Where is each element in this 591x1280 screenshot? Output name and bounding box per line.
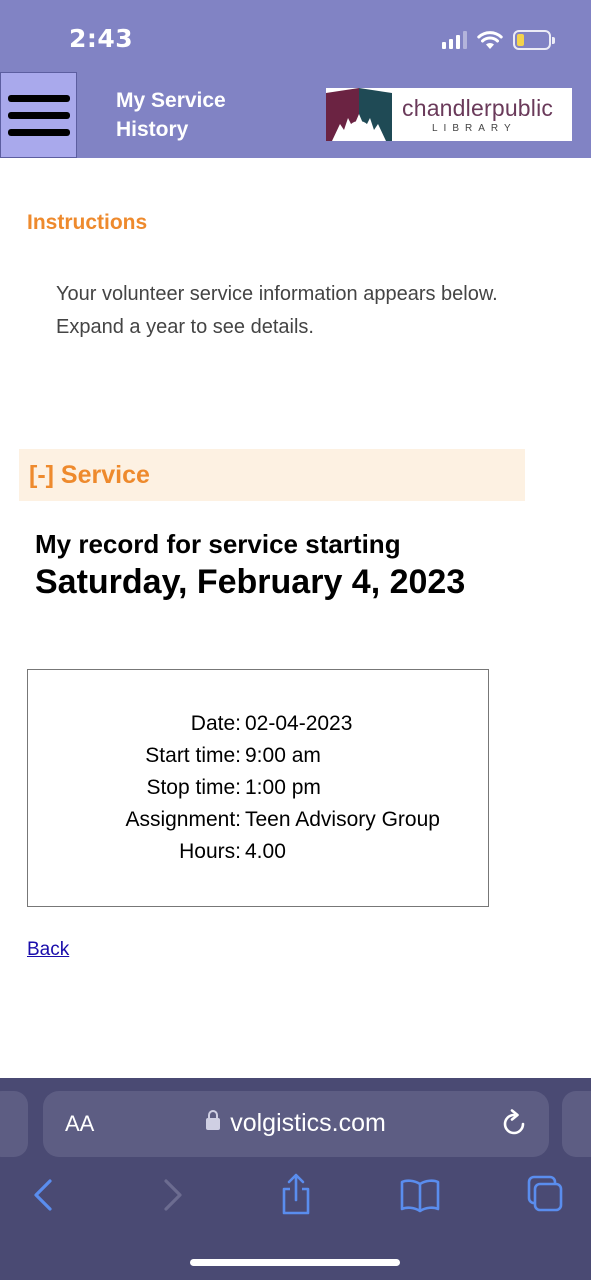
browser-toolbar [0, 1173, 591, 1223]
forward-arrow-icon[interactable] [150, 1173, 194, 1217]
lock-icon [206, 1110, 221, 1130]
record-label: Date: [190, 712, 241, 735]
record-table: Date: 02-04-2023 Start time: 9:00 am Sto… [28, 708, 488, 868]
instructions-text: Your volunteer service information appea… [56, 283, 498, 338]
record-row-start-time: Start time: 9:00 am [28, 740, 488, 772]
record-value: 9:00 am [245, 744, 321, 767]
record-heading-line1: My record for service starting [35, 529, 401, 559]
record-label: Hours: [179, 840, 241, 863]
wifi-icon [477, 31, 503, 49]
instructions-heading: Instructions [27, 211, 148, 234]
record-value: 4.00 [245, 840, 286, 863]
logo-subtitle: LIBRARY [432, 123, 517, 134]
record-label: Assignment: [125, 808, 241, 831]
hamburger-menu-icon[interactable] [0, 72, 77, 158]
record-label: Stop time: [146, 776, 241, 799]
address-bar[interactable]: AA volgistics.com [43, 1091, 549, 1157]
library-logo[interactable]: chandlerpublic LIBRARY [326, 88, 572, 141]
record-details-box: Date: 02-04-2023 Start time: 9:00 am Sto… [27, 669, 489, 907]
record-row-date: Date: 02-04-2023 [28, 708, 488, 740]
service-toggle[interactable]: [-] Service [29, 461, 150, 490]
record-label: Start time: [145, 744, 241, 767]
logo-mark-icon [326, 88, 392, 141]
app-header: My Service History chandlerpublic LIBRAR… [0, 72, 591, 158]
record-row-hours: Hours: 4.00 [28, 836, 488, 868]
previous-tab-preview[interactable] [0, 1091, 28, 1157]
record-value: 1:00 pm [245, 776, 321, 799]
status-bar: 2:43 [0, 0, 591, 72]
browser-bottom-bar: AA volgistics.com [0, 1078, 591, 1280]
record-heading-date: Saturday, February 4, 2023 [35, 563, 466, 601]
tabs-icon[interactable] [523, 1173, 567, 1217]
status-icons [442, 28, 555, 52]
reload-icon[interactable] [499, 1109, 529, 1139]
record-value: Teen Advisory Group [245, 808, 440, 831]
page-title: My Service History [116, 89, 226, 141]
home-indicator [190, 1259, 400, 1266]
record-value: 02-04-2023 [245, 712, 353, 735]
record-row-stop-time: Stop time: 1:00 pm [28, 772, 488, 804]
status-time: 2:43 [69, 24, 134, 53]
battery-icon [513, 30, 555, 50]
record-row-assignment: Assignment: Teen Advisory Group [28, 804, 488, 836]
share-icon[interactable] [274, 1173, 318, 1217]
record-heading: My record for service starting Saturday,… [35, 527, 505, 604]
service-section-header: [-] Service [19, 449, 525, 501]
bookmarks-icon[interactable] [398, 1173, 442, 1217]
url-text: volgistics.com [230, 1109, 386, 1137]
logo-name: chandlerpublic [402, 95, 554, 121]
next-tab-preview[interactable] [562, 1091, 591, 1157]
signal-icon [442, 31, 467, 49]
back-arrow-icon[interactable] [22, 1173, 66, 1217]
back-link[interactable]: Back [27, 939, 69, 961]
